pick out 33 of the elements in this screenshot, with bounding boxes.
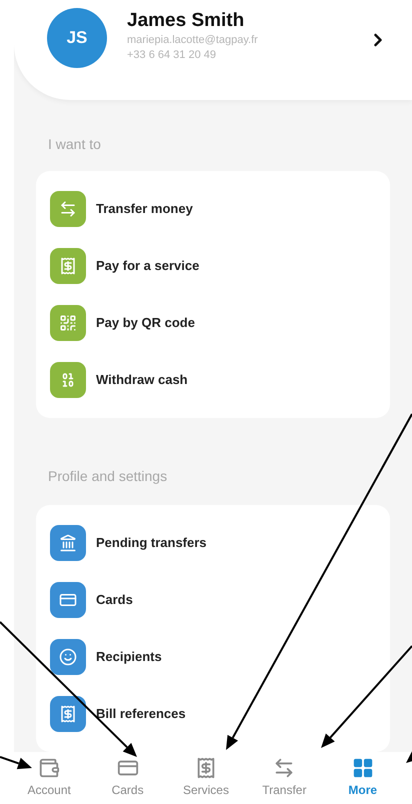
menu-item[interactable]: Pay for a service (50, 248, 376, 284)
profile-phone: +33 6 64 31 20 49 (127, 48, 217, 63)
section-title: Profile and settings (47, 467, 168, 486)
wallet-icon (38, 757, 60, 779)
avatar: JS (47, 8, 107, 68)
menu-item[interactable]: Pay by QR code (50, 305, 376, 341)
menu-item[interactable]: Transfer money (50, 191, 376, 227)
smiley-icon (59, 648, 77, 666)
menu-item[interactable]: Pending transfers (50, 525, 376, 561)
menu-item-label: Cards (96, 591, 133, 610)
menu-item[interactable]: Withdraw cash (50, 362, 376, 398)
menu-item-label: Pay for a service (96, 257, 200, 276)
receipt-icon (59, 257, 77, 275)
menu-item[interactable]: Bill references (50, 696, 376, 732)
section-title: I want to (47, 135, 102, 154)
profile-email: mariepia.lacotte@tagpay.fr (127, 33, 259, 48)
grid-icon (352, 757, 374, 779)
bank-icon (59, 534, 77, 552)
receipt-icon (59, 705, 77, 723)
tab[interactable]: More (330, 757, 395, 799)
menu-item-label: Pending transfers (96, 534, 207, 552)
profile-name: James Smith (127, 9, 246, 33)
menu-item-label: Bill references (96, 705, 186, 724)
menu-item-label: Withdraw cash (96, 371, 188, 390)
menu-item-label: Recipients (96, 648, 162, 666)
profile-header[interactable]: JS James Smith mariepia.lacotte@tagpay.fr +33 6 64 31 20 49 (14, 0, 412, 100)
transfer-arrows-icon (59, 200, 77, 218)
menu-item[interactable]: Recipients (50, 639, 376, 675)
menu-item[interactable]: Cards (50, 582, 376, 618)
menu-item-label: Transfer money (96, 200, 193, 218)
menu-item-label: Pay by QR code (96, 314, 195, 332)
card-icon (59, 591, 77, 609)
qr-code-icon (59, 314, 77, 332)
